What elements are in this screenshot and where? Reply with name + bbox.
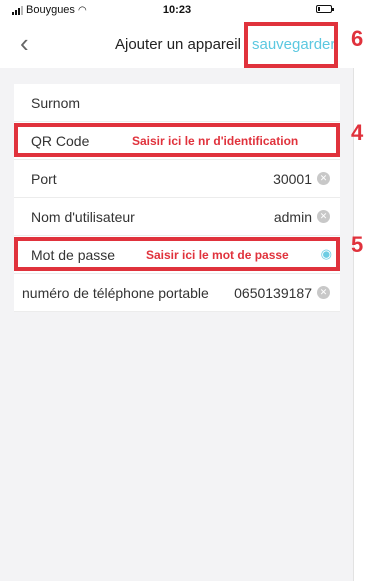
- phone-number-value: 0650139187: [234, 285, 312, 301]
- clear-icon[interactable]: ✕: [317, 172, 330, 185]
- annotation-4: 4: [351, 120, 364, 145]
- device-form: Surnom QR Code Saisir ici le nr d'identi…: [14, 84, 340, 312]
- qr-code-highlight-box: [14, 123, 340, 157]
- phone-number-label: numéro de téléphone portable: [22, 285, 209, 301]
- username-label: Nom d'utilisateur: [31, 209, 135, 225]
- username-value: admin: [273, 209, 312, 225]
- annotation-5: 5: [351, 232, 364, 257]
- nickname-field[interactable]: Surnom: [14, 84, 340, 122]
- status-bar: Bouygues ◠ 10:23: [0, 0, 354, 20]
- port-field[interactable]: Port 30001 ✕: [14, 160, 340, 198]
- page-title: Ajouter un appareil: [115, 36, 241, 53]
- phone-number-field[interactable]: numéro de téléphone portable 0650139187 …: [14, 274, 340, 312]
- username-field[interactable]: Nom d'utilisateur admin ✕: [14, 198, 340, 236]
- clear-icon[interactable]: ✕: [317, 210, 330, 223]
- battery-icon: [316, 5, 334, 13]
- port-label: Port: [31, 171, 57, 187]
- clear-icon[interactable]: ✕: [317, 286, 330, 299]
- save-highlight-box: [244, 22, 338, 68]
- phone-screen: Bouygues ◠ 10:23 ‹ Ajouter un appareil s…: [0, 0, 354, 581]
- password-highlight-box: [14, 237, 340, 271]
- back-chevron-icon[interactable]: ‹: [20, 30, 29, 56]
- nickname-label: Surnom: [31, 95, 81, 111]
- port-value: 30001: [273, 171, 312, 187]
- clock: 10:23: [162, 4, 192, 16]
- annotation-6: 6: [351, 26, 364, 51]
